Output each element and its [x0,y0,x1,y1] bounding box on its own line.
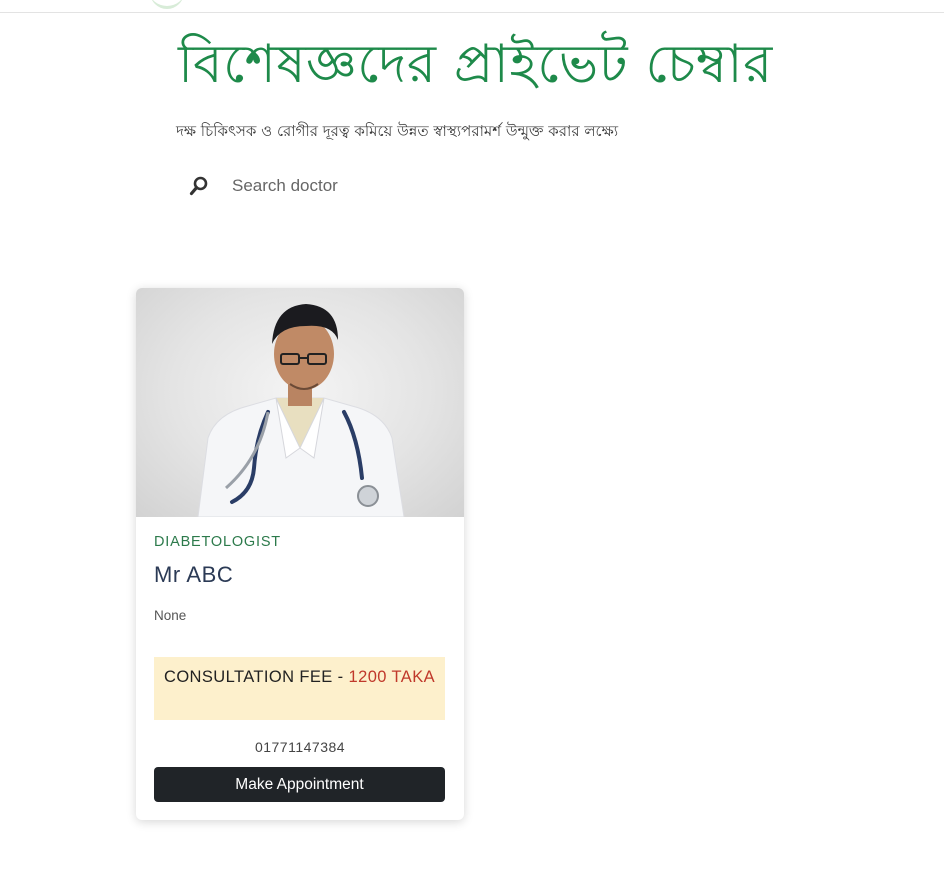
page-title: বিশেষজ্ঞদের প্রাইভেট চেম্বার [178,34,773,95]
search-input[interactable] [232,172,592,200]
doctor-name: Mr ABC [154,562,234,587]
doctor-card: DIABETOLOGIST Mr ABC None CONSULTATION F… [136,288,464,820]
doctor-specialty: DIABETOLOGIST [154,534,281,550]
site-logo[interactable] [150,0,184,9]
doctor-phone: 01771147384 [254,739,346,755]
search-icon[interactable] [188,175,210,197]
fee-amount: 1200 TAKA [348,668,436,686]
top-nav-bar [0,0,944,13]
fee-label: CONSULTATION FEE [164,668,333,686]
make-appointment-button[interactable]: Make Appointment [154,767,445,802]
doctor-description: None [154,608,187,623]
page-subtitle: দক্ষ চিকিৎসক ও রোগীর দূরত্ব কমিয়ে উন্নত… [176,122,619,140]
consultation-fee-box: CONSULTATION FEE - 1200 TAKA [154,657,445,720]
search-bar [184,168,604,204]
doctor-photo [136,288,464,517]
fee-separator: - [332,668,349,686]
